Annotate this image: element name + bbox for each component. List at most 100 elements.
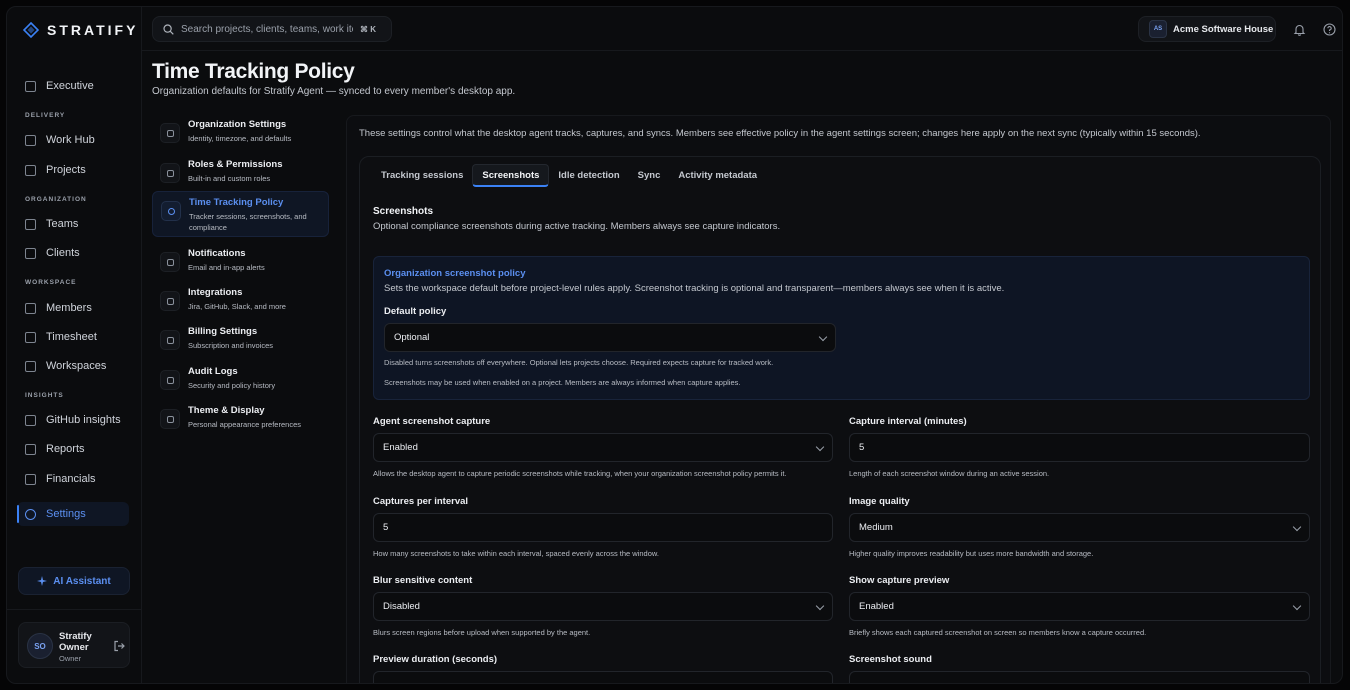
default-policy-select[interactable]: Optional — [384, 323, 836, 352]
show-preview-label: Show capture preview — [849, 575, 950, 586]
capture-interval-value: 5 — [859, 442, 865, 453]
tab-activity-metadata[interactable]: Activity metadata — [669, 164, 766, 187]
shield-icon — [160, 163, 180, 183]
bell-icon — [160, 252, 180, 272]
sidebar-item-reports[interactable]: Reports — [17, 437, 129, 461]
captures-per-interval-help: How many screenshots to take within each… — [373, 549, 659, 558]
settings-nav-desc: Subscription and invoices — [188, 341, 274, 350]
sidebar-item-clients[interactable]: Clients — [17, 241, 129, 265]
settings-nav-desc: Email and in-app alerts — [188, 263, 265, 272]
settings-nav-title: Integrations — [188, 287, 243, 298]
sidebar-item-timesheet[interactable]: Timesheet — [17, 325, 129, 349]
settings-nav-title: Audit Logs — [188, 366, 238, 377]
settings-nav-title: Roles & Permissions — [188, 159, 283, 170]
brand-logo[interactable]: STRATIFY — [23, 22, 138, 38]
chevron-down-icon — [818, 332, 828, 342]
clients-icon — [25, 247, 36, 259]
sidebar-item-label: Timesheet — [46, 331, 97, 343]
tab-sync[interactable]: Sync — [629, 164, 670, 187]
sidebar-section-workspace: WORKSPACE — [25, 279, 77, 286]
reports-icon — [25, 443, 36, 455]
page-subtitle: Organization defaults for Stratify Agent… — [152, 86, 516, 97]
sidebar-item-settings[interactable]: Settings — [17, 502, 129, 526]
sidebar-item-label: Work Hub — [46, 134, 95, 146]
sidebar-item-executive[interactable]: Executive — [17, 74, 129, 98]
palette-icon — [160, 409, 180, 429]
sidebar-item-github-insights[interactable]: GitHub insights — [17, 408, 129, 432]
settings-nav-title: Theme & Display — [188, 405, 265, 416]
chevron-down-icon — [815, 601, 825, 611]
captures-per-interval-input[interactable]: 5 — [373, 513, 833, 542]
tab-screenshots[interactable]: Screenshots — [472, 164, 550, 187]
agent-capture-label: Agent screenshot capture — [373, 416, 491, 427]
tab-tracking-sessions[interactable]: Tracking sessions — [372, 164, 472, 187]
settings-nav-time-tracking[interactable]: Time Tracking Policy Tracker sessions, sc… — [152, 191, 329, 237]
sidebar-item-financials[interactable]: Financials — [17, 467, 129, 491]
search-shortcut: ⌘ K — [360, 24, 376, 34]
default-policy-help: Disabled turns screenshots off everywher… — [384, 358, 774, 367]
layers-icon — [25, 360, 36, 372]
tab-idle-detection[interactable]: Idle detection — [549, 164, 628, 187]
settings-nav-theme[interactable]: Theme & Display Personal appearance prefe… — [152, 400, 329, 446]
settings-nav-title: Billing Settings — [188, 326, 258, 337]
plug-icon — [160, 291, 180, 311]
settings-nav-desc: Security and policy history — [188, 381, 276, 390]
sidebar-item-label: GitHub insights — [46, 414, 121, 426]
calendar-icon — [25, 331, 36, 343]
user-name: Stratify Owner — [59, 631, 92, 653]
tab-bar: Tracking sessions Screenshots Idle detec… — [372, 164, 766, 187]
image-quality-label: Image quality — [849, 496, 910, 507]
sidebar-item-label: Projects — [46, 164, 86, 176]
sidebar-item-members[interactable]: Members — [17, 296, 129, 320]
settings-nav-desc: Tracker sessions, screenshots, and compl… — [189, 212, 307, 232]
search-input[interactable]: Search projects, clients, teams, work it… — [152, 16, 392, 42]
agent-capture-help: Allows the desktop agent to capture peri… — [373, 469, 787, 478]
github-icon — [25, 414, 36, 426]
ai-assistant-button[interactable]: AI Assistant — [18, 567, 130, 595]
settings-nav-desc: Personal appearance preferences — [188, 420, 301, 429]
user-card[interactable]: SO Stratify Owner Owner — [18, 622, 130, 668]
settings-nav-title: Notifications — [188, 248, 246, 259]
sidebar-item-workspaces[interactable]: Workspaces — [17, 354, 129, 378]
help-icon[interactable] — [1323, 23, 1336, 36]
ai-assistant-label: AI Assistant — [53, 575, 111, 587]
sidebar-item-label: Settings — [46, 508, 86, 520]
sidebar-item-teams[interactable]: Teams — [17, 212, 129, 236]
credit-card-icon — [160, 330, 180, 350]
captures-per-interval-value: 5 — [383, 522, 389, 533]
blur-label: Blur sensitive content — [373, 575, 473, 586]
image-quality-value: Medium — [859, 522, 893, 533]
brand-name: STRATIFY — [47, 22, 139, 38]
members-icon — [25, 302, 36, 314]
settings-nav-title: Time Tracking Policy — [189, 197, 284, 208]
page-title: Time Tracking Policy — [152, 60, 355, 83]
default-policy-value: Optional — [394, 332, 430, 343]
sidebar-divider — [7, 609, 142, 610]
capture-interval-help: Length of each screenshot window during … — [849, 469, 1050, 478]
org-policy-box: Organization screenshot policy Sets the … — [373, 256, 1310, 400]
preview-duration-input[interactable] — [373, 671, 833, 683]
policy-card: Tracking sessions Screenshots Idle detec… — [359, 156, 1321, 683]
capture-interval-input[interactable]: 5 — [849, 433, 1310, 462]
search-placeholder: Search projects, clients, teams, work it… — [181, 23, 353, 35]
bell-icon[interactable] — [1293, 23, 1306, 36]
screenshot-sound-select[interactable] — [849, 671, 1310, 683]
image-quality-select[interactable]: Medium — [849, 513, 1310, 542]
sidebar-item-label: Financials — [46, 473, 96, 485]
blur-select[interactable]: Disabled — [373, 592, 833, 621]
show-preview-select[interactable]: Enabled — [849, 592, 1310, 621]
org-switcher[interactable]: AS Acme Software House — [1138, 16, 1276, 42]
sidebar-section-insights: INSIGHTS — [25, 392, 64, 399]
agent-capture-value: Enabled — [383, 442, 418, 453]
section-description: Optional compliance screenshots during a… — [373, 221, 781, 232]
agent-capture-select[interactable]: Enabled — [373, 433, 833, 462]
show-preview-value: Enabled — [859, 601, 894, 612]
sidebar-item-label: Members — [46, 302, 92, 314]
sidebar-item-work-hub[interactable]: Work Hub — [17, 128, 129, 152]
logout-icon[interactable] — [113, 640, 125, 652]
sidebar-item-label: Teams — [46, 218, 79, 230]
settings-nav-desc: Built-in and custom roles — [188, 174, 271, 183]
sidebar-item-projects[interactable]: Projects — [17, 158, 129, 182]
section-title: Screenshots — [373, 206, 434, 217]
clock-icon — [161, 201, 181, 221]
